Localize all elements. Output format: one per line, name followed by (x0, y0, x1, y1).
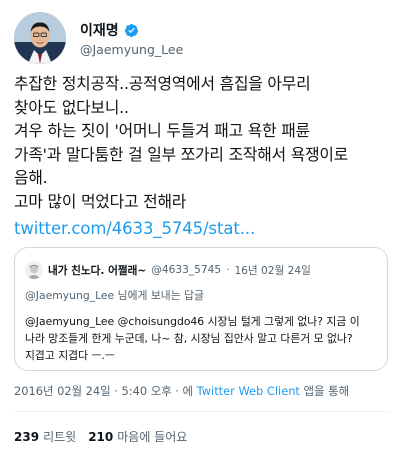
retweets-count: 239 (14, 430, 40, 444)
quoted-reply-suffix: 님에게 보내는 답글 (114, 289, 204, 302)
quoted-tweet-body: @Jaemyung_Lee @choisungdo46 시장님 털게 그렇게 없… (25, 313, 381, 364)
tweet-line: 겨우 하는 짓이 '어머니 두들겨 패고 욕한 패륜 (14, 121, 310, 141)
author-avatar[interactable] (14, 12, 66, 64)
quoted-author-photo-icon (25, 261, 43, 279)
likes-count: 210 (88, 430, 114, 444)
stats-divider-top (14, 411, 388, 412)
tweet-timestamp: 2016년 02월 24일 · 5:40 오후 · 에 Twitter Web … (14, 383, 349, 399)
author-name-row[interactable]: 이재명 (80, 20, 139, 40)
likes-stat[interactable]: 210 마음에 들어요 (88, 428, 187, 445)
quoted-line: 지겹고 지겹다 ㅡ.ㅡ (25, 349, 115, 362)
retweets-stat[interactable]: 239 리트윗 (14, 428, 76, 445)
timestamp-datetime[interactable]: 2016년 02월 24일 · 5:40 오후 · 에 (14, 384, 193, 398)
quoted-date: 16년 02월 24일 (234, 264, 311, 277)
quoted-line: @Jaemyung_Lee @choisungdo46 시장님 털게 그렇게 없… (25, 315, 360, 328)
retweets-label: 리트윗 (43, 430, 77, 444)
quoted-author-avatar[interactable] (25, 261, 43, 279)
tweet-line: 추잡한 정치공작..공적영역에서 흠집을 아무리 (14, 74, 311, 93)
tweet-line: 고마 많이 먹었다고 전해라 (14, 191, 187, 211)
quoted-author-handle[interactable]: @4633_5745 (151, 264, 221, 276)
tweet-header: 이재명 @Jaemyung_Lee (14, 12, 386, 64)
tweet-line: 가족'과 말다툼한 걸 일부 쪼가리 조작해서 욕쟁이로 (14, 144, 349, 164)
author-display-name[interactable]: 이재명 (80, 20, 119, 40)
quoted-separator: · (226, 264, 230, 276)
quoted-line: 나라 망조들게 한게 누군데, 나~ 참, 시장님 집안사 말고 다른거 모 없… (25, 332, 353, 345)
tweet-line: 음해. (14, 168, 48, 188)
tweet-link[interactable]: twitter.com/4633_5745/stat... (14, 219, 255, 238)
tweet-line: 찾아도 없다보니.. (14, 97, 129, 117)
quoted-author-name[interactable]: 내가 친노다. 어쩔래~ (48, 263, 146, 278)
author-photo-icon (14, 12, 66, 64)
tweet-stats: 239 리트윗 210 마음에 들어요 (14, 428, 187, 445)
author-handle[interactable]: @Jaemyung_Lee (80, 42, 183, 57)
timestamp-client[interactable]: Twitter Web Client (197, 384, 300, 398)
verified-badge-icon (124, 23, 138, 37)
quoted-reply-context: @Jaemyung_Lee 님에게 보내는 답글 (25, 287, 204, 303)
timestamp-suffix: 앱을 통해 (303, 384, 350, 398)
quoted-tweet-card[interactable]: 내가 친노다. 어쩔래~ @4633_5745 · 16년 02월 24일 @J… (14, 247, 388, 371)
quoted-reply-mention[interactable]: @Jaemyung_Lee (25, 289, 114, 302)
likes-label: 마음에 들어요 (117, 430, 188, 444)
quoted-tweet-header: 내가 친노다. 어쩔래~ @4633_5745 · 16년 02월 24일 (25, 261, 311, 279)
tweet-body: 추잡한 정치공작..공적영역에서 흠집을 아무리 찾아도 없다보니.. 겨우 하… (14, 72, 390, 214)
